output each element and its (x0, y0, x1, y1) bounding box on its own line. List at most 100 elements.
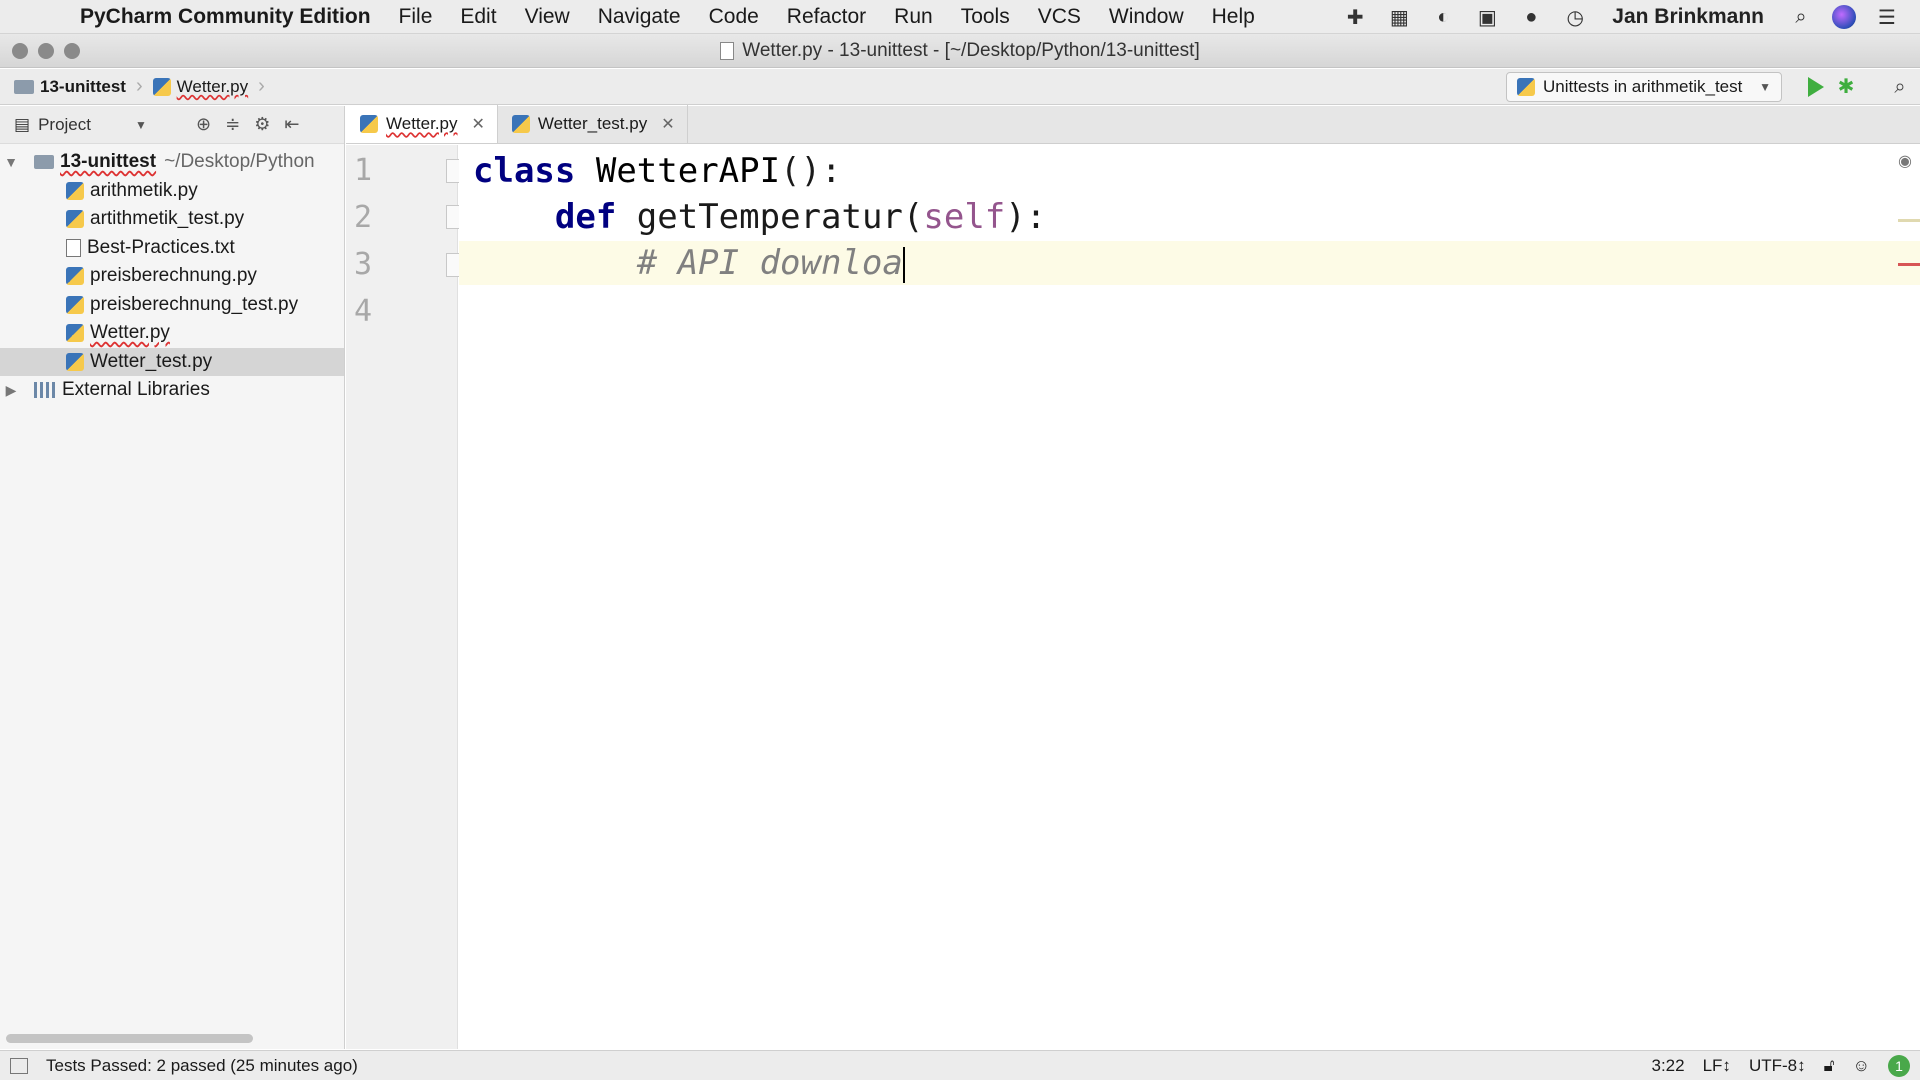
chat-icon[interactable]: ● (1518, 6, 1544, 28)
breadcrumb-file[interactable]: Wetter.py (177, 77, 249, 97)
tree-external-libraries[interactable]: ▶ External Libraries (0, 376, 344, 405)
run-configuration-label: Unittests in arithmetik_test (1543, 77, 1743, 96)
chevron-down-icon[interactable]: ▼ (135, 118, 147, 132)
run-button[interactable] (1808, 77, 1824, 97)
file-encoding[interactable]: UTF-8↕ (1749, 1056, 1806, 1076)
expand-arrow-icon[interactable]: ▶ (0, 382, 22, 399)
tree-file[interactable]: arithmetik.py (0, 177, 344, 206)
editor-gutter: 1 2 3 4 (346, 145, 470, 1049)
project-panel: ▤ Project ▼ ⊕ ≑ ⚙ ⇤ ▼ 13-unittest ~/Desk… (0, 106, 345, 1049)
close-icon[interactable]: ✕ (661, 114, 674, 134)
expand-arrow-icon[interactable]: ▼ (0, 154, 22, 170)
tab-wetter-test-py[interactable]: Wetter_test.py ✕ (498, 105, 688, 143)
python-test-icon (1517, 78, 1535, 96)
warning-marker[interactable] (1898, 219, 1920, 222)
time-machine-icon[interactable]: ◷ (1562, 6, 1588, 29)
tab-wetter-py[interactable]: Wetter.py ✕ (346, 105, 498, 143)
close-window-button[interactable] (12, 43, 28, 59)
locate-file-icon[interactable]: ⊕ (196, 114, 211, 135)
status-message[interactable]: Tests Passed: 2 passed (25 minutes ago) (46, 1056, 358, 1076)
tree-root-name: 13-unittest (60, 151, 157, 173)
menu-edit[interactable]: Edit (460, 5, 496, 29)
editor-tab-bar: Wetter.py ✕ Wetter_test.py ✕ (346, 105, 1920, 144)
tree-file[interactable]: Best-Practices.txt (0, 234, 344, 263)
tree-file-label: Wetter_test.py (90, 350, 213, 372)
gear-icon[interactable]: ⚙ (254, 114, 270, 135)
python-file-icon (66, 181, 84, 200)
tree-file[interactable]: preisberechnung_test.py (0, 291, 344, 320)
run-configuration-dropdown[interactable]: Unittests in arithmetik_test ▼ (1506, 72, 1782, 102)
leaf-icon[interactable]: ◐ (1430, 6, 1456, 28)
eye-icon[interactable]: ◉ (1898, 151, 1912, 171)
chevron-right-icon: › (258, 75, 265, 97)
project-view-selector[interactable]: Project (38, 115, 91, 135)
debug-bug-icon[interactable]: ✱ (1834, 75, 1858, 99)
code-line-1[interactable]: class WetterAPI(): (473, 149, 842, 193)
tree-root-folder[interactable]: ▼ 13-unittest ~/Desktop/Python (0, 148, 344, 177)
search-icon[interactable]: ⌕ (1888, 75, 1912, 99)
spotlight-search-icon[interactable]: ⌕ (1788, 6, 1814, 28)
window-title-text: Wetter.py - 13-unittest - [~/Desktop/Pyt… (742, 39, 1200, 61)
python-file-icon (66, 267, 84, 286)
siri-icon[interactable] (1832, 5, 1856, 29)
menu-window[interactable]: Window (1109, 5, 1184, 29)
event-log-badge[interactable]: 1 (1888, 1055, 1910, 1077)
tab-label: Wetter.py (386, 114, 458, 133)
tree-file-selected[interactable]: Wetter_test.py (0, 347, 344, 376)
menu-tools[interactable]: Tools (961, 5, 1010, 29)
code-line-3[interactable]: # API downloa (473, 241, 905, 285)
menu-view[interactable]: View (525, 5, 570, 29)
line-number: 3 (354, 247, 373, 282)
line-number: 2 (354, 200, 373, 235)
python-file-icon (511, 115, 530, 133)
tree-file[interactable]: preisberechnung.py (0, 262, 344, 291)
code-editor[interactable]: class WetterAPI(): def getTemperatur(sel… (459, 145, 1920, 1049)
window-controls (12, 43, 80, 59)
tree-file[interactable]: Wetter.py (0, 319, 344, 348)
notification-center-icon[interactable]: ☰ (1874, 6, 1900, 29)
menu-refactor[interactable]: Refactor (787, 5, 866, 29)
menu-file[interactable]: File (399, 5, 433, 29)
menu-run[interactable]: Run (894, 5, 933, 29)
tree-file-label: arithmetik.py (90, 179, 198, 201)
media-icon[interactable]: ▦ (1386, 6, 1412, 29)
caret-position[interactable]: 3:22 (1652, 1056, 1685, 1076)
menu-help[interactable]: Help (1212, 5, 1255, 29)
code-line-2[interactable]: def getTemperatur(self): (473, 195, 1046, 239)
folder-icon (14, 79, 34, 94)
tree-file[interactable]: artithmetik_test.py (0, 205, 344, 234)
minimize-window-button[interactable] (38, 43, 54, 59)
file-icon (720, 41, 735, 60)
breadcrumb-project[interactable]: 13-unittest (40, 77, 126, 97)
keyword: def (554, 197, 617, 237)
lock-icon[interactable]: 🔓︎ (1824, 1056, 1835, 1076)
app-menu[interactable]: PyCharm Community Edition (80, 5, 371, 29)
project-tree: ▼ 13-unittest ~/Desktop/Python arithmeti… (0, 144, 344, 405)
line-number: 1 (354, 153, 373, 188)
puzzle-icon[interactable]: ✚ (1342, 6, 1368, 29)
error-marker[interactable] (1898, 263, 1920, 266)
user-name[interactable]: Jan Brinkmann (1612, 5, 1764, 29)
comment: # API downloa (636, 243, 903, 283)
status-widgets: 3:22 LF↕ UTF-8↕ 🔓︎ ☺ 1 (1652, 1051, 1910, 1080)
menu-navigate[interactable]: Navigate (598, 5, 681, 29)
inspector-icon[interactable]: ☺ (1853, 1056, 1870, 1076)
hide-panel-icon[interactable]: ⇤ (284, 114, 299, 135)
line-separator[interactable]: LF↕ (1703, 1056, 1731, 1076)
keyword: class (473, 151, 576, 191)
self-param: self (923, 197, 1006, 237)
menubar-tray: ✚ ▦ ◐ ▣ ● ◷ Jan Brinkmann ⌕ ☰ (1342, 0, 1900, 34)
zoom-window-button[interactable] (64, 43, 80, 59)
tool-windows-toggle-icon[interactable] (10, 1057, 28, 1074)
status-bar: Tests Passed: 2 passed (25 minutes ago) … (0, 1050, 1920, 1080)
tab-label: Wetter_test.py (537, 114, 648, 133)
menu-vcs[interactable]: VCS (1038, 5, 1081, 29)
project-view-icon: ▤ (14, 114, 31, 134)
close-icon[interactable]: ✕ (472, 114, 485, 134)
tree-file-label: preisberechnung_test.py (90, 293, 299, 315)
collapse-all-icon[interactable]: ≑ (225, 114, 240, 135)
menu-code[interactable]: Code (709, 5, 759, 29)
python-file-icon (66, 210, 84, 229)
horizontal-scrollbar[interactable] (6, 1034, 253, 1043)
camera-icon[interactable]: ▣ (1474, 6, 1500, 29)
